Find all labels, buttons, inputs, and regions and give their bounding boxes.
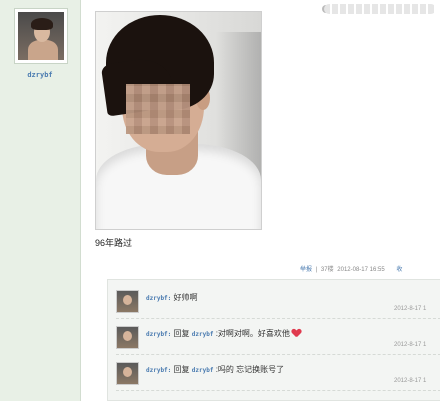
post-caption: 96年路过	[95, 238, 133, 248]
comment-user[interactable]: dzrybf:	[146, 367, 171, 374]
comment-line: dzrybf: 好帅啊	[146, 292, 198, 303]
comment-avatar[interactable]	[116, 326, 139, 349]
reply-word: 回复	[173, 329, 190, 338]
mosaic-blur	[126, 84, 190, 134]
comment-text: 好帅啊	[173, 293, 198, 302]
comment-item: dzrybf: 好帅啊 2012-8-17 1	[116, 282, 440, 319]
post-photo[interactable]	[95, 11, 262, 230]
author-name[interactable]: dzrybf	[0, 71, 80, 79]
comment-avatar[interactable]	[116, 290, 139, 313]
author-sidebar: dzrybf	[0, 0, 81, 401]
comment-time: 2012-8-17 1	[394, 378, 427, 384]
avatar-body	[28, 40, 58, 60]
comment-text: :对啊对啊。好喜欢他	[215, 329, 290, 338]
comment-text: :吗的 忘记换账号了	[215, 365, 285, 374]
comment-line: dzrybf: 回复 dzrybf :吗的 忘记换账号了	[146, 364, 284, 375]
reply-word: 回复	[173, 365, 190, 374]
comment-line: dzrybf: 回复 dzrybf :对啊对啊。好喜欢他	[146, 328, 301, 339]
author-avatar-image	[18, 12, 64, 60]
heart-icon	[292, 329, 301, 337]
comment-item: dzrybf: 回复 dzrybf :对啊对啊。好喜欢他 2012-8-17 1	[116, 318, 440, 355]
post-meta: 举报 | 37楼 2012-08-17 16:55 收	[300, 264, 404, 273]
comment-user[interactable]: dzrybf:	[146, 295, 171, 302]
author-avatar[interactable]	[14, 8, 68, 64]
reply-target[interactable]: dzrybf	[192, 331, 214, 338]
post-time: 2012-08-17 16:55	[337, 267, 385, 273]
comment-time: 2012-8-17 1	[394, 342, 427, 348]
reply-target[interactable]: dzrybf	[192, 367, 214, 374]
blurred-toolbar	[324, 4, 436, 14]
report-link[interactable]: 举报	[300, 267, 312, 273]
floor-number: 37楼	[320, 267, 334, 273]
avatar-hair	[31, 18, 53, 30]
comment-time: 2012-8-17 1	[394, 306, 427, 312]
favorite-link[interactable]: 收	[396, 267, 402, 273]
meta-separator: |	[315, 267, 318, 273]
comment-avatar[interactable]	[116, 362, 139, 385]
comment-item: dzrybf: 回复 dzrybf :吗的 忘记换账号了 2012-8-17 1	[116, 354, 440, 391]
comment-user[interactable]: dzrybf:	[146, 331, 171, 338]
comment-box: dzrybf: 好帅啊 2012-8-17 1 dzrybf: 回复 dzryb…	[107, 279, 440, 401]
